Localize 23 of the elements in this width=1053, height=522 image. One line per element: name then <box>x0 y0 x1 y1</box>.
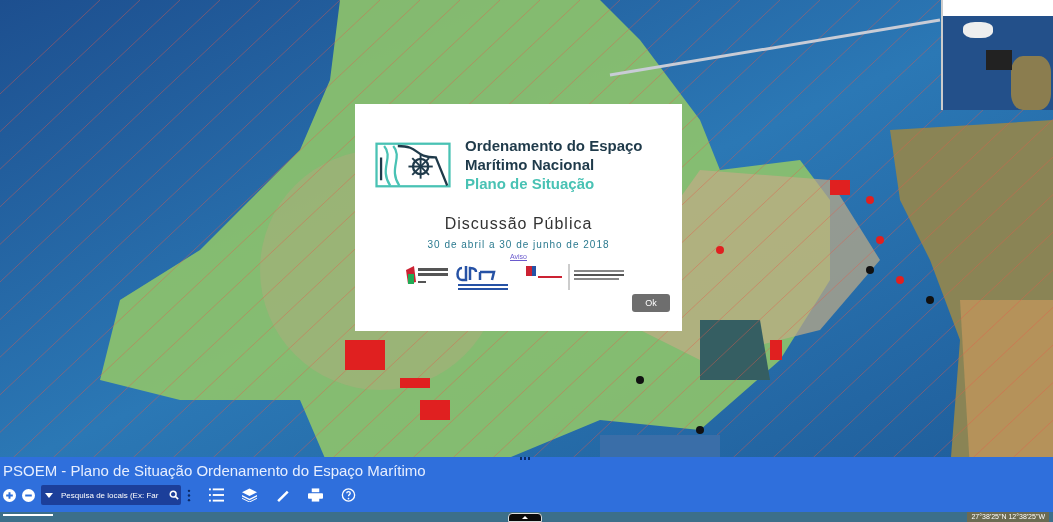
print-icon[interactable] <box>308 488 323 502</box>
caret-up-icon <box>522 516 528 519</box>
search-icon[interactable] <box>169 490 179 500</box>
caret-icon[interactable] <box>45 492 53 498</box>
overview-map[interactable] <box>941 0 1053 110</box>
dialog-heading: Discussão Pública <box>444 215 593 233</box>
list-icon[interactable] <box>209 488 224 502</box>
plus-icon <box>4 489 15 501</box>
ok-button[interactable]: Ok <box>632 294 670 312</box>
app-title: PSOEM - Plano de Situação Ordenamento do Espaço Marítimo <box>2 462 427 480</box>
ruler-icon[interactable] <box>275 488 290 502</box>
help-icon[interactable] <box>341 488 356 502</box>
zoom-in-button[interactable] <box>3 488 16 502</box>
layers-icon[interactable] <box>242 488 257 502</box>
dialog-subtitle: Plano de Situação <box>465 174 596 193</box>
date-range: 30 de abril a 30 de junho de 2018 <box>427 239 610 250</box>
search-input[interactable]: Pesquisa de locais (Ex: Far <box>57 490 165 500</box>
dialog-title: Marítimo Nacional <box>465 155 596 174</box>
search-field[interactable]: Pesquisa de locais (Ex: Far <box>41 485 181 505</box>
dialog-title: Ordenamento do Espaço <box>465 136 643 155</box>
more-icon[interactable] <box>187 488 191 502</box>
zoom-out-button[interactable] <box>22 488 35 502</box>
expand-tab-button[interactable] <box>508 513 542 522</box>
